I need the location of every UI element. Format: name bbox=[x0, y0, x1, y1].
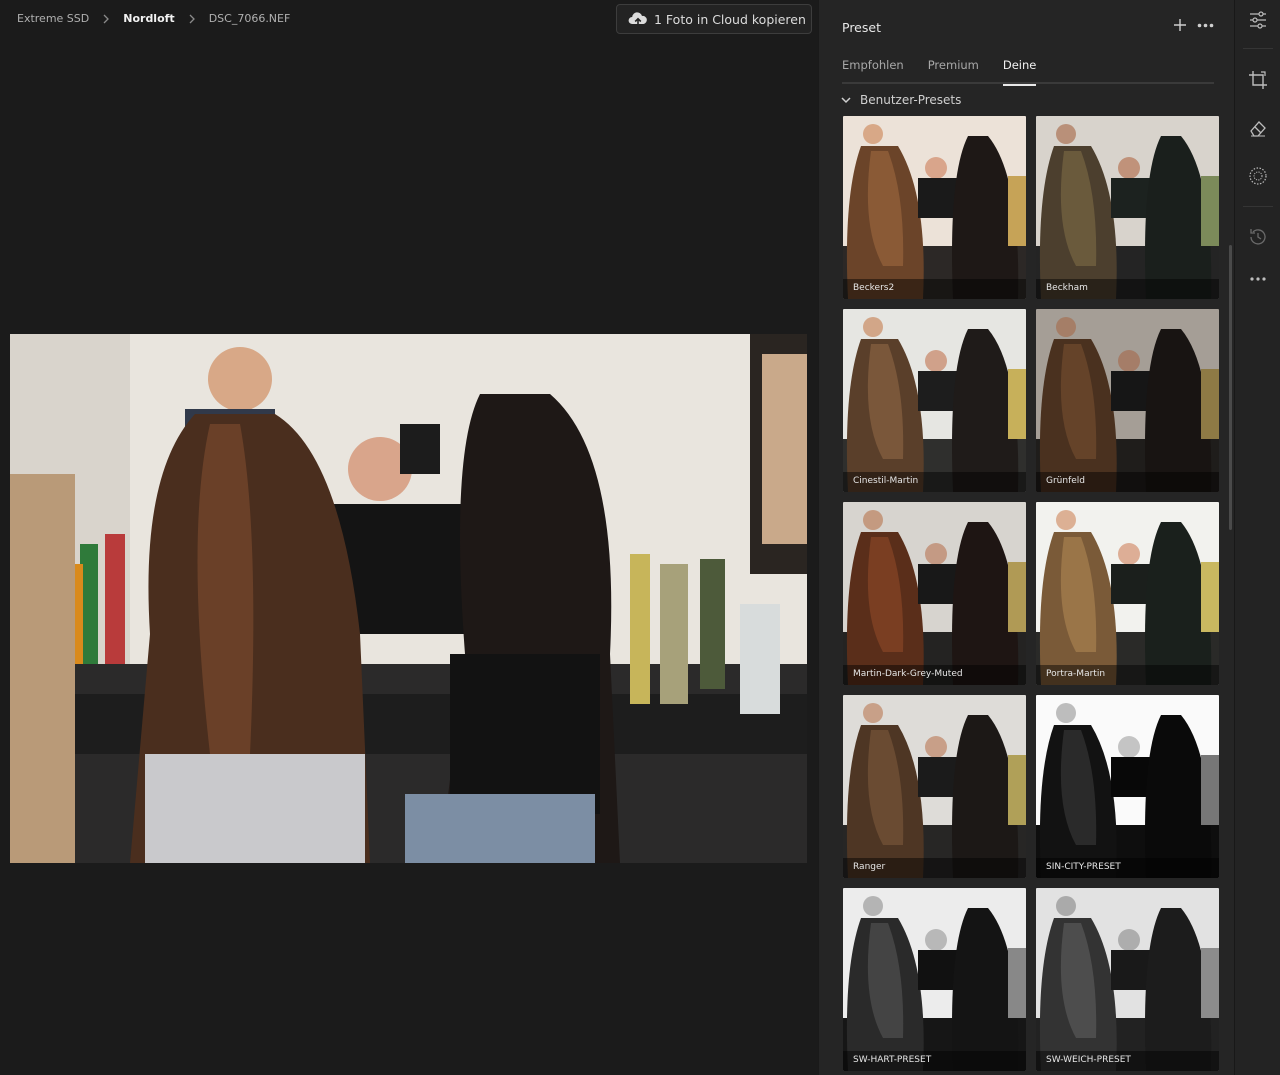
breadcrumb: Extreme SSD Nordloft DSC_7066.NEF bbox=[17, 12, 290, 25]
preset-tabs: Empfohlen Premium Deine bbox=[842, 58, 1214, 86]
copy-to-cloud-label: 1 Foto in Cloud kopieren bbox=[654, 11, 806, 27]
panel-title: Preset bbox=[842, 20, 881, 35]
edit-sliders-icon[interactable] bbox=[1235, 0, 1280, 40]
preset-thumbnail[interactable]: Martin-Dark-Grey-Muted bbox=[843, 502, 1026, 685]
preset-thumbnail[interactable]: SIN-CITY-PRESET bbox=[1036, 695, 1219, 878]
plus-icon[interactable] bbox=[1173, 18, 1187, 32]
masking-icon[interactable] bbox=[1235, 156, 1280, 196]
crop-icon[interactable] bbox=[1235, 60, 1280, 100]
preset-label: SW-HART-PRESET bbox=[843, 1051, 1026, 1071]
preset-label: Grünfeld bbox=[1036, 472, 1219, 492]
chevron-right-icon bbox=[89, 12, 123, 25]
cloud-upload-icon bbox=[628, 12, 647, 26]
copy-to-cloud-button[interactable]: 1 Foto in Cloud kopieren bbox=[616, 4, 812, 34]
preset-label: SW-WEICH-PRESET bbox=[1036, 1051, 1219, 1071]
right-toolbar bbox=[1234, 0, 1280, 1075]
panel-actions bbox=[1173, 18, 1214, 32]
more-icon[interactable] bbox=[1197, 23, 1214, 28]
chevron-down-icon bbox=[841, 97, 851, 104]
preset-panel: Preset Empfohlen Premium Deine Benutzer-… bbox=[818, 0, 1234, 1075]
preset-thumbnail[interactable]: Ranger bbox=[843, 695, 1026, 878]
more-tools-icon[interactable] bbox=[1235, 259, 1280, 299]
preset-thumbnail[interactable]: Beckham bbox=[1036, 116, 1219, 299]
photo-preview[interactable] bbox=[10, 334, 807, 863]
breadcrumb-item-drive[interactable]: Extreme SSD bbox=[17, 12, 89, 25]
tab-recommended[interactable]: Empfohlen bbox=[842, 58, 904, 84]
breadcrumb-item-file: DSC_7066.NEF bbox=[208, 12, 291, 25]
history-icon[interactable] bbox=[1235, 217, 1280, 257]
preset-label: SIN-CITY-PRESET bbox=[1036, 858, 1219, 878]
preset-label: Beckham bbox=[1036, 279, 1219, 299]
preset-label: Martin-Dark-Grey-Muted bbox=[843, 665, 1026, 685]
preset-label: Portra-Martin bbox=[1036, 665, 1219, 685]
preset-thumbnail[interactable]: Grünfeld bbox=[1036, 309, 1219, 492]
chevron-right-icon bbox=[175, 12, 209, 25]
preset-thumbnail[interactable]: Beckers2 bbox=[843, 116, 1026, 299]
preset-thumbnail[interactable]: SW-HART-PRESET bbox=[843, 888, 1026, 1071]
main-canvas: Extreme SSD Nordloft DSC_7066.NEF 1 Foto… bbox=[0, 0, 818, 1075]
panel-scrollbar[interactable] bbox=[1229, 245, 1232, 530]
tab-yours[interactable]: Deine bbox=[1002, 58, 1036, 86]
user-presets-group-header[interactable]: Benutzer-Presets bbox=[841, 93, 961, 107]
preset-thumbnail[interactable]: Cinestil-Martin bbox=[843, 309, 1026, 492]
preset-label: Beckers2 bbox=[843, 279, 1026, 299]
breadcrumb-item-folder[interactable]: Nordloft bbox=[123, 12, 174, 25]
group-label: Benutzer-Presets bbox=[860, 93, 962, 107]
toolbar-divider bbox=[1243, 48, 1273, 49]
preset-thumbnail[interactable]: Portra-Martin bbox=[1036, 502, 1219, 685]
preset-label: Ranger bbox=[843, 858, 1026, 878]
preset-label: Cinestil-Martin bbox=[843, 472, 1026, 492]
toolbar-divider bbox=[1243, 206, 1273, 207]
preset-thumbnail[interactable]: SW-WEICH-PRESET bbox=[1036, 888, 1219, 1071]
tab-premium[interactable]: Premium bbox=[928, 58, 979, 84]
healing-eraser-icon[interactable] bbox=[1235, 108, 1280, 148]
